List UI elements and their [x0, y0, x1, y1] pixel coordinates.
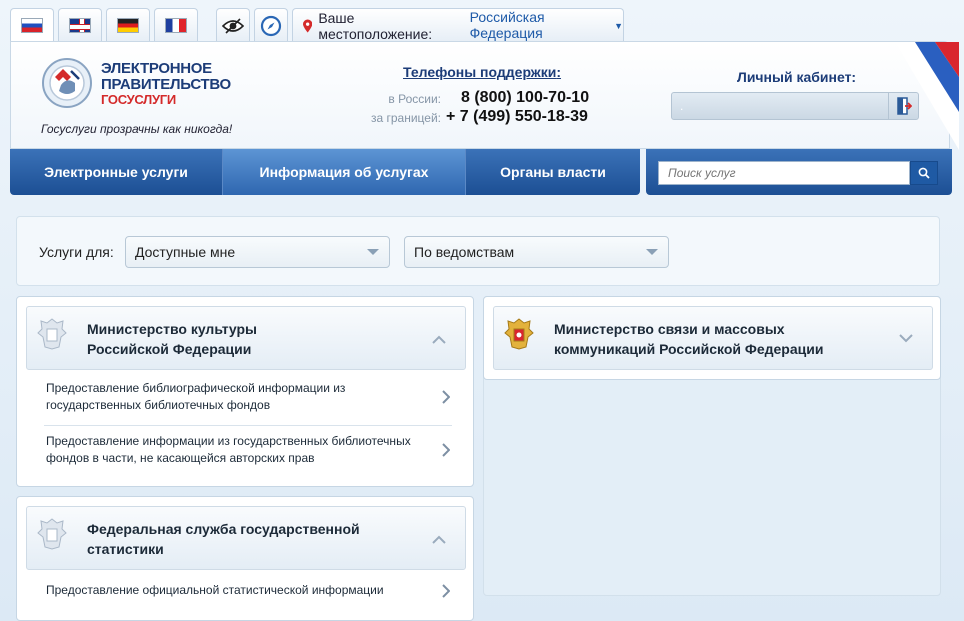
- chevron-right-icon: [442, 390, 450, 404]
- map-button[interactable]: [254, 8, 288, 42]
- german-flag-icon: [117, 18, 139, 33]
- accessibility-button[interactable]: [216, 8, 250, 42]
- support-phones-link[interactable]: Телефоны поддержки:: [403, 64, 561, 80]
- chevron-up-icon[interactable]: [432, 535, 446, 545]
- logo-text-line2: ПРАВИТЕЛЬСТВО: [101, 76, 231, 93]
- filter-audience-select[interactable]: Доступные мне: [125, 236, 390, 268]
- main-nav: Электронные услуги Информация об услугах…: [10, 149, 640, 195]
- service-title: Предоставление информации из государстве…: [46, 434, 411, 465]
- slogan: Госуслуги прозрачны как никогда!: [41, 122, 233, 136]
- location-pin-icon: [303, 18, 313, 33]
- uk-flag-icon: [69, 18, 91, 33]
- compass-icon: [260, 15, 282, 36]
- russian-flag-icon: [21, 18, 43, 33]
- department-card: Министерство культуры Российской Федерац…: [16, 296, 474, 487]
- emblem-icon: [37, 318, 67, 350]
- department-title: Федеральная служба государственной стати…: [87, 521, 360, 557]
- chevron-down-icon: [367, 249, 379, 255]
- chevron-right-icon: [442, 443, 450, 457]
- phone-label-abroad: за границей:: [370, 111, 441, 125]
- department-header[interactable]: Министерство связи и массовых коммуникац…: [493, 306, 933, 370]
- divider: [44, 425, 452, 426]
- location-label: Ваше местоположение:: [318, 9, 433, 42]
- phone-number-russia: 8 (800) 100-70-10: [461, 89, 590, 106]
- service-item[interactable]: Предоставление информации из государстве…: [26, 427, 466, 480]
- chevron-up-icon[interactable]: [432, 335, 446, 345]
- emblem-icon: [37, 518, 67, 550]
- filter-bar: Услуги для: Доступные мне По ведомствам: [16, 216, 940, 286]
- department-header[interactable]: Министерство культуры Российской Федерац…: [26, 306, 466, 370]
- support-title: Телефоны поддержки: [403, 64, 557, 80]
- location-value[interactable]: Российская Федерация: [469, 9, 612, 42]
- emblem-icon: [504, 318, 534, 350]
- cabinet-user-name: .: [680, 99, 684, 113]
- filter-label: Услуги для:: [39, 244, 114, 260]
- search-icon: [918, 167, 930, 179]
- location-caret-icon: ▼: [614, 20, 623, 31]
- cabinet-user-field[interactable]: .: [671, 92, 919, 120]
- site-header: ЭЛЕКТРОННОЕ ПРАВИТЕЛЬСТВО ГОСУСЛУГИ Госу…: [10, 41, 959, 150]
- search-input[interactable]: [658, 161, 910, 185]
- russian-ribbon-decoration: [895, 42, 959, 150]
- top-tabs-bar: Ваше местоположение: Российская Федераци…: [10, 8, 624, 42]
- department-card: Федеральная служба государственной стати…: [16, 496, 474, 621]
- filter-grouping-select[interactable]: По ведомствам: [404, 236, 669, 268]
- language-russian-tab[interactable]: [10, 8, 54, 42]
- accessibility-eye-icon: [222, 17, 244, 34]
- cabinet-title: Личный кабинет:: [737, 69, 857, 85]
- filter-grouping-value: По ведомствам: [414, 244, 515, 260]
- language-english-tab[interactable]: [58, 8, 102, 42]
- chevron-down-icon[interactable]: [899, 333, 913, 343]
- logo-text-line3: ГОСУСЛУГИ: [101, 92, 176, 107]
- service-title: Предоставление официальной статистическо…: [46, 583, 384, 597]
- chevron-down-icon: [646, 249, 658, 255]
- service-item[interactable]: Предоставление библиографической информа…: [26, 372, 466, 425]
- search-button[interactable]: [910, 161, 938, 185]
- nav-authorities[interactable]: Органы власти: [466, 149, 640, 195]
- gosuslugi-logo-icon[interactable]: [41, 57, 93, 109]
- filter-audience-value: Доступные мне: [135, 244, 236, 260]
- department-header[interactable]: Федеральная служба государственной стати…: [26, 506, 466, 570]
- department-title: Министерство связи и массовых коммуникац…: [554, 321, 824, 357]
- phone-number-abroad: + 7 (499) 550-18-39: [446, 108, 588, 125]
- nav-service-info[interactable]: Информация об услугах: [223, 149, 466, 195]
- french-flag-icon: [165, 18, 187, 33]
- phone-label-russia: в России:: [388, 92, 441, 106]
- language-french-tab[interactable]: [154, 8, 198, 42]
- location-selector[interactable]: Ваше местоположение: Российская Федераци…: [292, 8, 624, 42]
- language-german-tab[interactable]: [106, 8, 150, 42]
- nav-electronic-services[interactable]: Электронные услуги: [10, 149, 223, 195]
- service-item[interactable]: Предоставление официальной статистическо…: [26, 572, 466, 610]
- chevron-right-icon: [442, 584, 450, 598]
- logo-text-line1: ЭЛЕКТРОННОЕ: [101, 60, 212, 77]
- department-title: Министерство культуры Российской Федерац…: [87, 321, 258, 357]
- department-card: Министерство связи и массовых коммуникац…: [483, 296, 941, 380]
- service-title: Предоставление библиографической информа…: [46, 381, 346, 412]
- search-bar: [646, 149, 952, 195]
